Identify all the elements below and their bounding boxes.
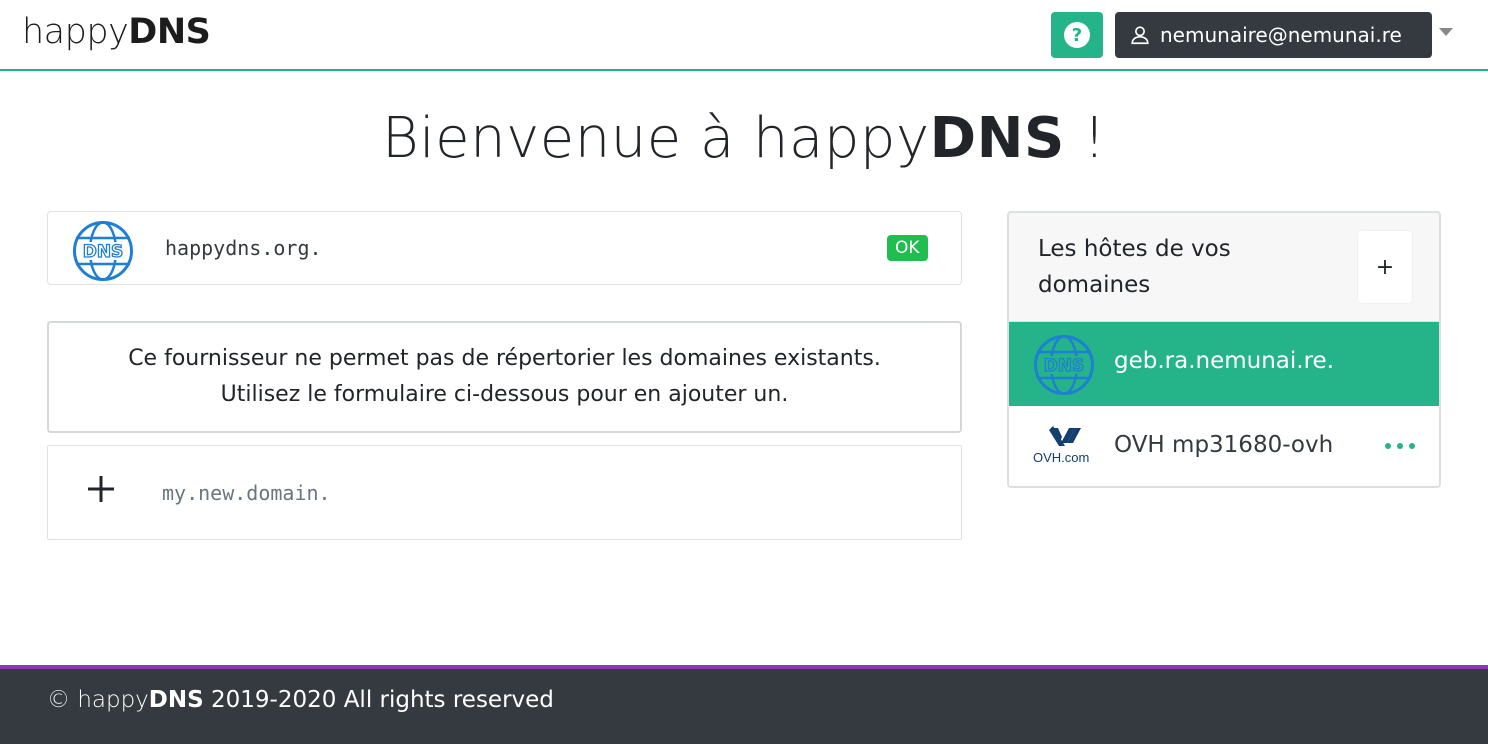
help-icon: ? — [1064, 22, 1090, 48]
notice-line-1: Ce fournisseur ne permet pas de répertor… — [128, 346, 881, 371]
footer-brand-bold: DNS — [148, 687, 204, 713]
ovh-logo-icon: OVH.com — [1031, 422, 1101, 468]
domain-list-item[interactable]: DNS happydns.org. OK — [47, 211, 962, 285]
host-list-item-active[interactable]: DNS geb.ra.nemunai.re. — [1009, 322, 1439, 406]
brand-light: happy — [22, 12, 129, 52]
footer: © happyDNS 2019-2020 All rights reserved — [0, 665, 1488, 744]
host-name: geb.ra.nemunai.re. — [1114, 348, 1335, 374]
user-email: nemunaire@nemunai.re — [1160, 23, 1402, 47]
svg-text:DNS: DNS — [83, 242, 124, 262]
hosts-panel-header: Les hôtes de vos domaines + — [1009, 213, 1439, 322]
footer-copyright: © happyDNS 2019-2020 All rights reserved — [47, 687, 554, 713]
svg-text:DNS: DNS — [1044, 356, 1085, 376]
user-menu-button[interactable]: nemunaire@nemunai.re — [1115, 12, 1432, 58]
provider-notice: Ce fournisseur ne permet pas de répertor… — [47, 321, 962, 433]
dns-globe-icon: DNS — [72, 220, 134, 282]
add-host-button[interactable]: + — [1358, 231, 1412, 303]
plus-icon[interactable] — [86, 474, 116, 504]
footer-brand-light: happy — [77, 687, 149, 713]
chevron-down-icon[interactable] — [1439, 28, 1453, 36]
page-title: Bienvenue à happyDNS ! — [0, 106, 1488, 171]
brand-bold: DNS — [128, 12, 211, 52]
host-list-item[interactable]: OVH.com OVH mp31680-ovh — [1009, 406, 1439, 486]
page-title-suffix: ! — [1083, 106, 1107, 171]
user-icon — [1131, 26, 1149, 45]
notice-line-2: Utilisez le formulaire ci-dessous pour e… — [220, 382, 789, 407]
new-domain-form — [47, 445, 962, 540]
domain-name: happydns.org. — [165, 236, 322, 260]
status-badge: OK — [887, 235, 928, 261]
new-domain-input[interactable] — [162, 476, 862, 510]
footer-text: 2019-2020 All rights reserved — [211, 687, 554, 713]
host-name: OVH mp31680-ovh — [1114, 432, 1334, 458]
brand-logo[interactable]: happyDNS — [22, 12, 211, 52]
hosts-panel-title: Les hôtes de vos domaines — [1038, 236, 1231, 298]
navbar: happyDNS ? nemunaire@nemunai.re — [0, 0, 1488, 71]
page-title-prefix: Bienvenue à happy — [381, 106, 930, 171]
copyright-symbol: © — [47, 687, 70, 713]
ovh-logo-text: OVH.com — [1033, 450, 1089, 465]
help-button[interactable]: ? — [1051, 12, 1103, 58]
dns-globe-icon: DNS — [1033, 334, 1095, 396]
more-options-icon[interactable] — [1385, 432, 1415, 460]
page-title-bold: DNS — [929, 106, 1065, 171]
hosts-panel: Les hôtes de vos domaines + DNS geb.ra.n… — [1007, 211, 1441, 488]
